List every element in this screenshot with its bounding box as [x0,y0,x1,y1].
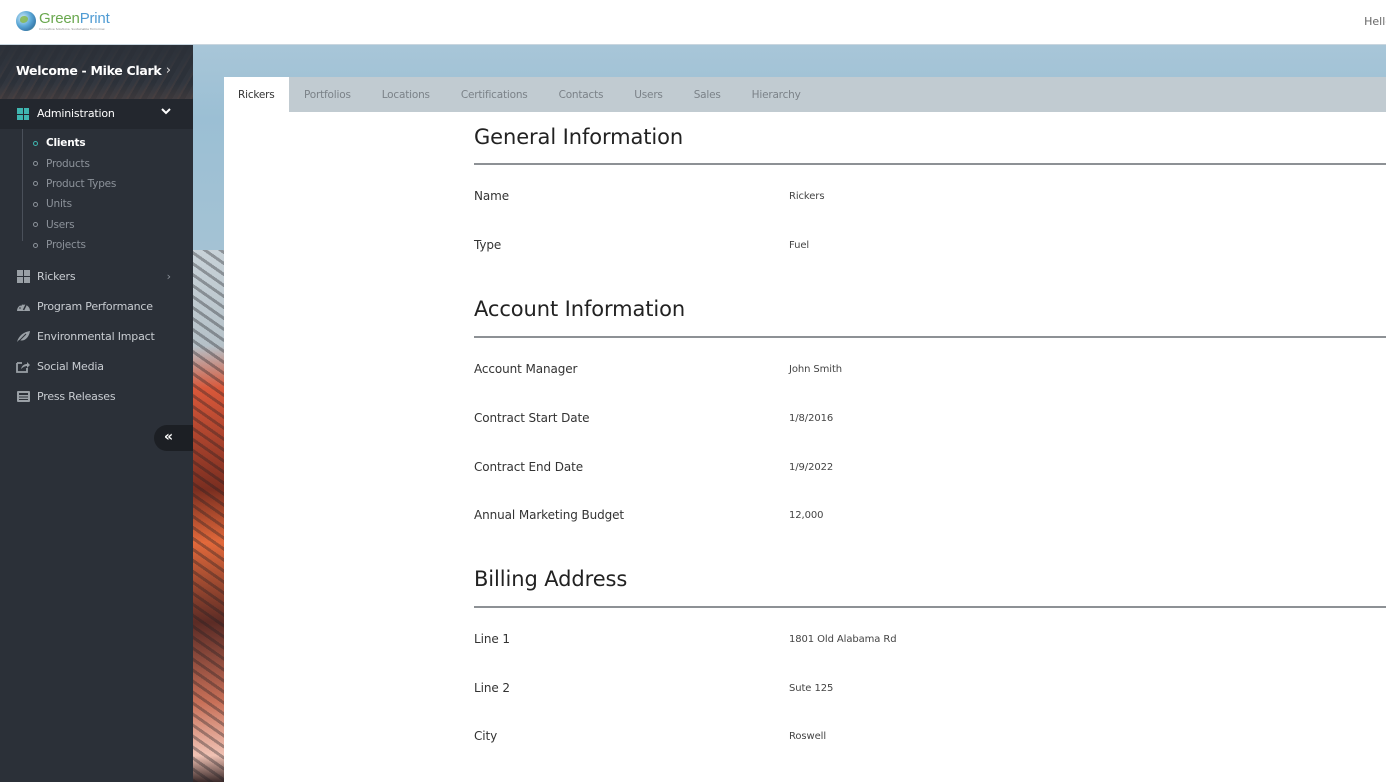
sidebar-item-label: Program Performance [37,299,153,313]
sidebar-item-administration[interactable]: Administration [0,99,193,129]
tab-contacts[interactable]: Contacts [543,77,619,112]
globe-icon [16,11,36,31]
bullet-icon [33,222,38,228]
chevron-right-icon: › [165,63,171,78]
bullet-icon [33,181,38,187]
welcome-header[interactable]: Welcome - Mike Clark › [0,45,193,99]
field-value-line-1: 1801 Old Alabama Rd [789,634,897,645]
double-chevron-left-icon: « [164,429,174,445]
sidebar-subitem-units[interactable]: Units [0,194,193,214]
field-value-account-manager: John Smith [789,364,843,375]
sidebar-item-environmental-impact[interactable]: Environmental Impact [0,321,193,351]
sidebar: Welcome - Mike Clark › Administration Cl… [0,45,193,782]
field-label-city: City [474,729,498,743]
sidebar-subitem-users[interactable]: Users [0,215,193,235]
sidebar-subitem-products[interactable]: Products [0,153,193,173]
background-mountain-image [193,250,224,782]
field-label-line-2: Line 2 [474,681,510,695]
field-value-contract-start-date: 1/8/2016 [789,413,834,424]
sidebar-item-label: Press Releases [37,389,116,403]
greenprint-logo[interactable]: GreenPrint Innovative Solutions. Sustain… [16,11,110,31]
chevron-down-icon [161,108,171,115]
tab-sales[interactable]: Sales [678,77,736,112]
field-value-line-2: Sute 125 [789,683,834,694]
sidebar-subitem-label: Clients [46,137,86,150]
sidebar-subitem-clients[interactable]: Clients [0,133,193,153]
bullet-icon [33,140,38,146]
field-value-city: Roswell [789,731,827,742]
grid-icon [17,269,30,283]
sidebar-subitem-label: Product Types [46,177,117,190]
section-divider [474,606,1386,608]
user-greeting[interactable]: Hello [1364,15,1386,28]
sidebar-item-label: Social Media [37,359,104,373]
collapse-sidebar-button[interactable]: « [154,425,193,451]
sidebar-item-label: Administration [37,107,115,120]
top-bar: GreenPrint Innovative Solutions. Sustain… [0,0,1386,45]
tab-portfolios[interactable]: Portfolios [289,77,367,112]
section-title-general-information: General Information [474,125,684,149]
field-label-account-manager: Account Manager [474,362,578,376]
field-label-line-1: Line 1 [474,632,510,646]
tab-certifications[interactable]: Certifications [445,77,543,112]
field-label-name: Name [474,189,510,203]
newspaper-icon [17,390,30,402]
share-square-icon [16,361,30,373]
sidebar-item-social-media[interactable]: Social Media [0,351,193,381]
client-details-panel: General Information Name Rickers Type Fu… [224,112,1386,782]
sidebar-subitem-label: Users [46,218,75,231]
section-title-account-information: Account Information [474,297,686,321]
sidebar-subitem-label: Products [46,157,90,170]
field-value-type: Fuel [789,240,810,251]
sidebar-item-program-performance[interactable]: Program Performance [0,291,193,321]
field-label-contract-start-date: Contract Start Date [474,411,590,425]
tab-rickers[interactable]: Rickers [224,77,289,112]
bullet-icon [33,242,38,248]
logo-name: GreenPrint [39,11,110,26]
sidebar-item-press-releases[interactable]: Press Releases [0,381,193,411]
section-title-billing-address: Billing Address [474,567,628,591]
field-value-annual-marketing-budget: 12,000 [789,510,824,521]
chevron-right-icon: › [166,269,171,283]
logo-name-green: Green [39,10,80,27]
bullet-icon [33,201,38,207]
field-value-name: Rickers [789,191,825,202]
section-divider [474,163,1386,165]
welcome-text: Welcome - Mike Clark [16,63,162,78]
sidebar-subitem-product-types[interactable]: Product Types [0,174,193,194]
sidebar-subitem-projects[interactable]: Projects [0,235,193,255]
sidebar-item-rickers[interactable]: Rickers › [0,261,193,291]
tab-bar: Rickers Portfolios Locations Certificati… [224,77,1386,112]
sidebar-item-label: Environmental Impact [37,329,155,343]
sidebar-subitem-label: Projects [46,239,86,252]
administration-submenu: Clients Products Product Types Units Use… [0,129,193,257]
bullet-icon [33,161,38,167]
dashboard-gauge-icon [17,303,30,311]
leaf-icon [17,330,30,343]
sidebar-item-label: Rickers [37,269,76,283]
field-label-contract-end-date: Contract End Date [474,460,584,474]
field-label-annual-marketing-budget: Annual Marketing Budget [474,508,625,522]
sidebar-subitem-label: Units [46,198,72,211]
grid-icon [17,108,29,120]
field-value-contract-end-date: 1/9/2022 [789,462,834,473]
logo-tagline: Innovative Solutions. Sustainable Tomorr… [39,27,106,31]
field-label-type: Type [474,238,502,252]
logo-name-print: Print [79,10,110,27]
section-divider [474,336,1386,338]
tab-users[interactable]: Users [619,77,678,112]
tab-hierarchy[interactable]: Hierarchy [736,77,816,112]
tab-locations[interactable]: Locations [366,77,445,112]
